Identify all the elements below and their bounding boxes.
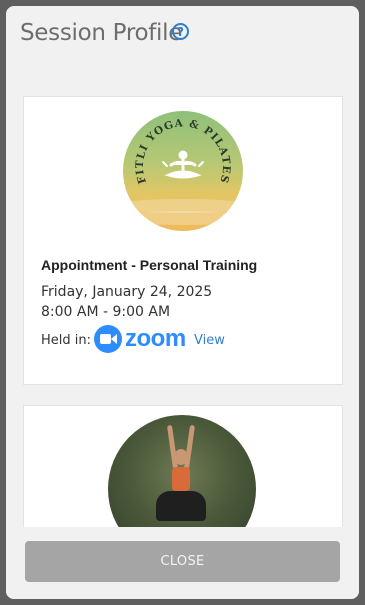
session-name: Appointment - Personal Training — [41, 257, 258, 273]
logo-meditation-icon: FITLI YOGA & PILATES — [134, 117, 231, 185]
modal-footer: CLOSE — [6, 527, 359, 599]
instructor-card — [23, 405, 343, 534]
view-link[interactable]: View — [194, 333, 225, 348]
session-card: FITLI YOGA & PILATES Appointment - Perso… — [23, 96, 343, 385]
session-date: Friday, January 24, 2025 — [41, 284, 213, 300]
zoom-logo: zoom — [94, 323, 186, 355]
instructor-photo — [108, 415, 256, 534]
modal-header: Session Profile ? — [6, 6, 359, 76]
zoom-camera-icon — [94, 325, 122, 353]
held-in-label: Held in: — [41, 333, 92, 348]
modal-content[interactable]: FITLI YOGA & PILATES Appointment - Perso… — [6, 76, 359, 534]
studio-logo: FITLI YOGA & PILATES — [123, 111, 243, 231]
modal-title: Session Profile — [20, 20, 183, 46]
close-button[interactable]: CLOSE — [25, 541, 340, 582]
session-profile-modal: Session Profile ? FITLI YOGA & PILATES A… — [6, 6, 359, 599]
session-time: 8:00 AM - 9:00 AM — [41, 304, 171, 320]
help-icon[interactable]: ? — [172, 23, 189, 40]
zoom-wordmark: zoom — [125, 325, 186, 352]
